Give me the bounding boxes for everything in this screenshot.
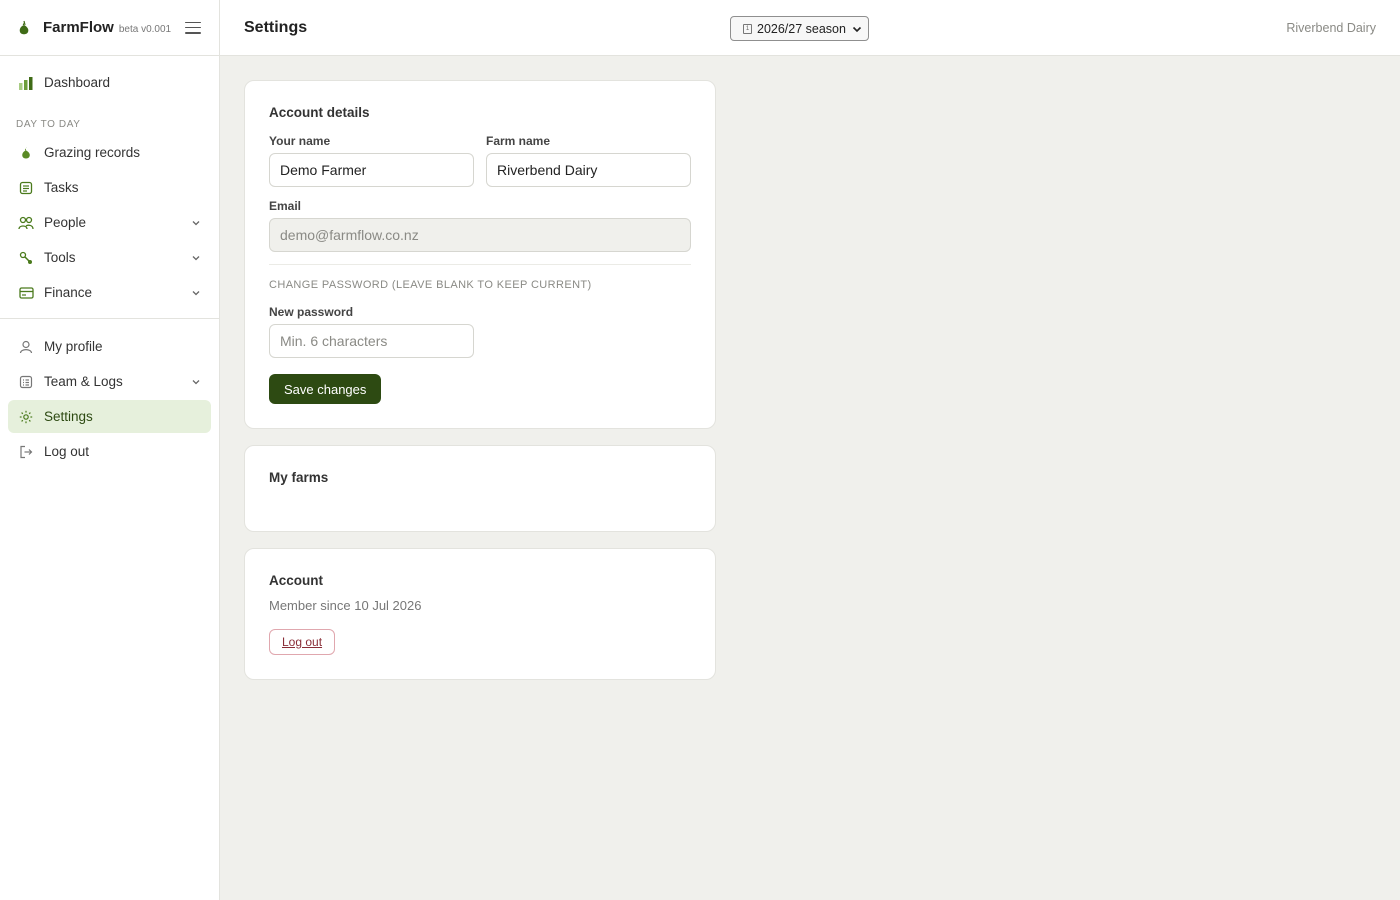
logout-icon [18,444,34,460]
gear-icon [18,409,34,425]
sidebar-nav: Dashboard DAY TO DAY Grazing records Tas… [0,56,219,468]
current-farm-name: Riverbend Dairy [1286,20,1376,35]
sidebar-item-label: Dashboard [44,75,111,90]
card-title: Account details [269,105,370,120]
farm-name-input[interactable] [486,153,691,187]
account-details-card: Account details Your name Farm name Emai… [244,80,716,429]
my-farms-card: My farms [244,445,716,532]
bar-chart-icon [18,75,34,91]
clipboard-icon [18,180,34,196]
menu-toggle-icon[interactable] [185,21,201,34]
new-password-input[interactable] [269,324,474,358]
sidebar-item-tools[interactable]: Tools [8,241,211,274]
section-label-day-to-day: DAY TO DAY [16,119,81,130]
farm-name-label: Farm name [486,134,551,148]
chevron-down-icon[interactable] [191,253,201,263]
sidebar-item-finance[interactable]: Finance [8,276,211,309]
farmflow-logo-icon [18,20,30,36]
your-name-label: Your name [269,134,331,148]
password-section-label: CHANGE PASSWORD (LEAVE BLANK TO KEEP CUR… [269,279,592,291]
chevron-down-icon[interactable] [191,288,201,298]
sidebar-item-settings[interactable]: Settings [8,400,211,433]
sidebar-item-label: Log out [44,444,90,459]
member-since-text: Member since 10 Jul 2026 [269,598,422,613]
log-out-button[interactable]: Log out [269,629,336,655]
account-card: Account Member since 10 Jul 2026 Log out [244,548,716,680]
nav-divider [0,318,219,319]
top-bar: Settings 1 2026/27 season Riverbend Dair… [220,0,1400,56]
email-field [269,218,691,252]
tools-icon [18,250,34,266]
sidebar-item-label: Grazing records [44,145,141,160]
brand-name: FarmFlow [43,19,114,36]
new-password-label: New password [269,305,354,319]
sidebar-item-grazing-records[interactable]: Grazing records [8,136,211,169]
season-select-value: 2026/27 season [757,21,846,36]
brand-version: beta v0.001 [118,23,172,35]
chevron-down-icon[interactable] [191,218,201,228]
sidebar-item-log-out[interactable]: Log out [8,435,211,468]
sidebar-item-tasks[interactable]: Tasks [8,171,211,204]
divider [269,264,691,265]
sidebar-item-label: Finance [44,285,93,300]
card-title: Account [269,573,323,588]
sidebar: FarmFlow beta v0.001 Dashboard DAY TO DA… [0,0,220,900]
sidebar-item-label: Tasks [44,180,79,195]
card-title: My farms [269,470,329,485]
season-select[interactable]: 1 2026/27 season [730,16,869,41]
sidebar-item-people[interactable]: People [8,206,211,239]
list-icon [18,374,34,390]
sidebar-item-team-logs[interactable]: Team & Logs [8,365,211,398]
card-icon [18,285,34,301]
save-changes-button[interactable]: Save changes [269,374,382,404]
grass-icon [18,145,34,161]
sidebar-item-dashboard[interactable]: Dashboard [8,66,211,99]
chevron-down-icon [852,22,862,36]
page-title: Settings [244,18,308,36]
people-icon [18,215,34,231]
sidebar-item-label: Tools [44,250,76,265]
sidebar-item-label: My profile [44,339,103,354]
sidebar-item-label: Team & Logs [44,374,123,389]
settings-content: Account details Your name Farm name Emai… [244,80,716,696]
email-label: Email [269,199,302,213]
sidebar-item-my-profile[interactable]: My profile [8,330,211,363]
chevron-down-icon[interactable] [191,377,201,387]
user-icon [18,339,34,355]
your-name-input[interactable] [269,153,474,187]
calendar-icon: 1 [743,23,752,34]
brand-bar: FarmFlow beta v0.001 [0,0,219,56]
sidebar-item-label: People [44,215,87,230]
sidebar-item-label: Settings [44,409,93,424]
